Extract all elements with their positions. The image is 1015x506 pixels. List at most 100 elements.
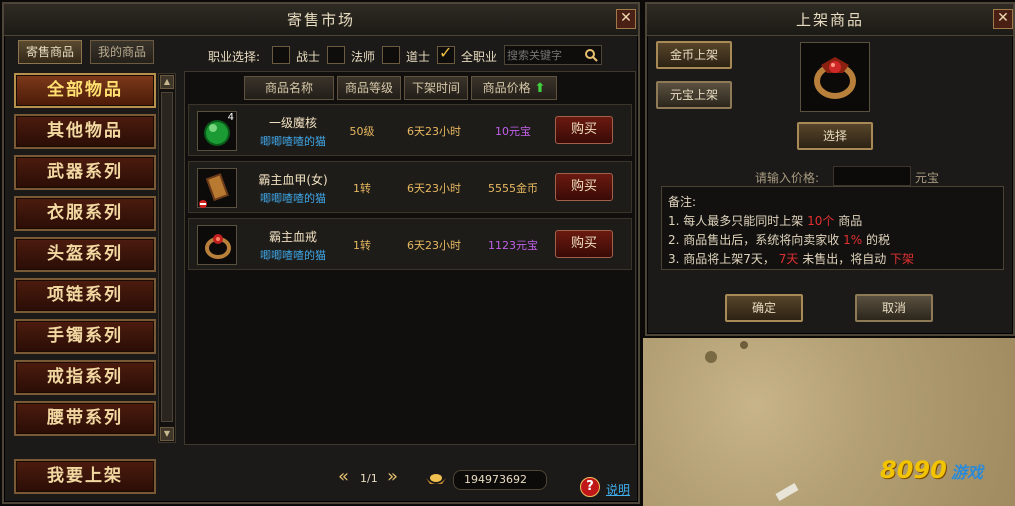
note-3-tail: 未售出，将自动 <box>802 252 887 266</box>
scroll-up-icon[interactable]: ▲ <box>160 75 174 89</box>
filter-warrior-label: 战士 <box>296 50 321 64</box>
help-link[interactable]: 说明 <box>606 481 630 498</box>
item-name: 霸主血甲(女) <box>258 173 328 187</box>
category-button[interactable]: 衣服系列 <box>14 196 156 231</box>
filter-taoist-checkbox[interactable] <box>382 46 400 64</box>
market-close-button[interactable]: ✕ <box>616 9 636 29</box>
green-orb-icon[interactable]: 4 <box>197 111 237 151</box>
buy-button[interactable]: 购买 <box>555 173 613 201</box>
item-seller[interactable]: 唧唧喳喳的猫 <box>245 190 341 206</box>
listing-title: 上架商品 <box>647 4 1013 36</box>
price-unit: 元宝 <box>915 171 940 185</box>
buy-button[interactable]: 购买 <box>555 230 613 258</box>
gold-ingot-icon <box>424 470 448 491</box>
filter-all-label: 全职业 <box>461 50 498 64</box>
tab-my-items[interactable]: 我的商品 <box>90 40 154 64</box>
category-button[interactable]: 其他物品 <box>14 114 156 149</box>
category-button[interactable]: 全部物品 <box>14 73 156 108</box>
note-2-tail: 的税 <box>865 233 890 247</box>
page-indicator: 1/1 <box>360 472 378 485</box>
tab-consignment-items[interactable]: 寄售商品 <box>18 40 82 64</box>
column-header-level[interactable]: 商品等级 <box>337 76 401 100</box>
table-row: 霸主血戒 唧唧喳喳的猫 1转 6天23小时 1123元宝 购买 <box>188 218 632 270</box>
gold-amount-field: 194973692 <box>453 470 547 490</box>
notes-box: 备注: 1. 每人最多只能同时上架 10个 商品 2. 商品售出后，系统将向卖家… <box>661 186 1004 270</box>
note-3: 3. 商品将上架7天， 7天 未售出，将自动 下架 <box>668 250 997 269</box>
search-icon[interactable] <box>584 48 598 62</box>
category-scrollbar[interactable]: ▲ ▼ <box>158 73 176 443</box>
search-input[interactable] <box>507 47 581 63</box>
selected-item-slot[interactable] <box>800 42 870 112</box>
price-label: 请输入价格: <box>755 171 820 185</box>
armor-icon[interactable] <box>197 168 237 208</box>
note-1-highlight: 10个 <box>807 214 835 228</box>
confirm-button[interactable]: 确定 <box>725 294 803 322</box>
scroll-thumb[interactable] <box>161 92 173 422</box>
item-level: 1转 <box>353 182 371 195</box>
filter-taoist-label: 道士 <box>406 50 431 64</box>
listing-close-button[interactable]: ✕ <box>993 9 1013 29</box>
next-page-icon[interactable]: » <box>387 468 398 486</box>
filter-warrior-checkbox[interactable] <box>272 46 290 64</box>
item-price: 5555金币 <box>488 182 538 195</box>
filter-mage-label: 法师 <box>351 50 376 64</box>
prev-page-icon[interactable]: « <box>338 468 349 486</box>
note-3-highlight-2: 下架 <box>890 252 915 266</box>
cancel-button[interactable]: 取消 <box>855 294 933 322</box>
checkmark-icon: ✓ <box>439 43 453 62</box>
item-level: 1转 <box>353 239 371 252</box>
job-filter-label: 职业选择: <box>208 50 261 64</box>
search-box <box>504 45 602 65</box>
buy-button[interactable]: 购买 <box>555 116 613 144</box>
table-row: 霸主血甲(女) 唧唧喳喳的猫 1转 6天23小时 5555金币 购买 <box>188 161 632 213</box>
note-3-text: 3. 商品将上架7天， <box>668 252 775 266</box>
filter-mage-checkbox[interactable] <box>327 46 345 64</box>
item-seller[interactable]: 唧唧喳喳的猫 <box>245 247 341 263</box>
selected-ring-icon <box>814 57 856 99</box>
item-price: 1123元宝 <box>488 239 538 252</box>
item-level: 50级 <box>349 125 375 138</box>
item-time: 6天23小时 <box>407 182 461 195</box>
note-3-highlight: 7天 <box>778 252 799 266</box>
filter-all-checkbox[interactable]: ✓ <box>437 43 455 64</box>
item-price: 10元宝 <box>495 125 531 138</box>
item-count: 4 <box>227 112 234 123</box>
category-button[interactable]: 腰带系列 <box>14 401 156 436</box>
watermark-digits: 8090 <box>880 456 947 484</box>
note-1-tail: 商品 <box>838 214 863 228</box>
scroll-down-icon[interactable]: ▼ <box>160 427 174 441</box>
watermark-logo: 8090 游戏 <box>880 456 983 484</box>
watermark-text: 游戏 <box>950 463 983 482</box>
note-1: 1. 每人最多只能同时上架 10个 商品 <box>668 212 997 231</box>
column-header-name[interactable]: 商品名称 <box>244 76 334 100</box>
sort-arrow-up-icon[interactable]: ⬆ <box>534 81 545 96</box>
item-seller[interactable]: 唧唧喳喳的猫 <box>245 133 341 149</box>
table-row: 4 一级魔核 唧唧喳喳的猫 50级 6天23小时 10元宝 购买 <box>188 104 632 156</box>
note-2-text: 2. 商品售出后，系统将向卖家收 <box>668 233 840 247</box>
select-button[interactable]: 选择 <box>797 122 873 150</box>
column-header-price-label: 商品价格 <box>482 81 531 95</box>
price-input[interactable] <box>833 166 911 186</box>
note-2-highlight: 1% <box>843 233 863 247</box>
category-button[interactable]: 头盔系列 <box>14 237 156 272</box>
sand-rock <box>740 341 748 349</box>
help-icon[interactable]: ? <box>580 477 600 497</box>
column-header-price[interactable]: 商品价格 ⬆ <box>471 76 557 100</box>
category-button[interactable]: 手镯系列 <box>14 319 156 354</box>
gold-list-button[interactable]: 金币上架 <box>656 41 732 69</box>
note-2: 2. 商品售出后，系统将向卖家收 1% 的税 <box>668 231 997 250</box>
yuanbao-list-button[interactable]: 元宝上架 <box>656 81 732 109</box>
sand-rock <box>705 351 717 363</box>
notes-title: 备注: <box>668 195 697 209</box>
category-button[interactable]: 武器系列 <box>14 155 156 190</box>
item-time: 6天23小时 <box>407 125 461 138</box>
category-button[interactable]: 戒指系列 <box>14 360 156 395</box>
market-title: 寄售市场 <box>4 4 638 36</box>
category-button[interactable]: 项链系列 <box>14 278 156 313</box>
ring-icon[interactable] <box>197 225 237 265</box>
column-header-time[interactable]: 下架时间 <box>404 76 468 100</box>
item-name: 霸主血戒 <box>268 230 317 244</box>
list-item-button[interactable]: 我要上架 <box>14 459 156 494</box>
item-name: 一级魔核 <box>268 116 317 130</box>
note-1-text: 1. 每人最多只能同时上架 <box>668 214 804 228</box>
